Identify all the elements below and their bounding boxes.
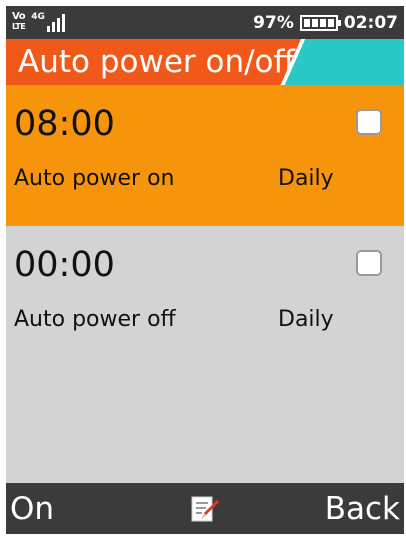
signal-bars: [46, 14, 65, 32]
page-title: Auto power on/off: [18, 44, 295, 80]
status-indicators: Vo LTE 4G: [12, 10, 65, 34]
volte-bottom-text: LTE: [12, 22, 26, 31]
item-repeat: Daily: [278, 166, 334, 191]
status-right: 97% 02:07: [253, 6, 398, 39]
softkey-left-on[interactable]: On: [10, 491, 54, 527]
item-repeat: Daily: [278, 307, 334, 332]
status-bar: Vo LTE 4G 97% 02:07: [6, 6, 404, 39]
battery-icon: [299, 14, 341, 31]
enable-checkbox[interactable]: [356, 109, 382, 135]
list-item-auto-power-off[interactable]: 00:00 Auto power off Daily: [6, 226, 404, 367]
network-type: 4G: [31, 12, 45, 22]
battery-percent: 97%: [253, 12, 294, 33]
list-item-auto-power-on[interactable]: 08:00 Auto power on Daily: [6, 85, 404, 226]
phone-screen: Vo LTE 4G 97% 02:07 Auto power on/off 08…: [6, 6, 404, 534]
volte-top-text: Vo: [12, 11, 26, 22]
enable-checkbox[interactable]: [356, 250, 382, 276]
signal-icon: 4G: [31, 12, 65, 32]
status-time: 02:07: [343, 12, 398, 33]
softkey-bar: On Back: [6, 483, 404, 534]
volte-icon: Vo LTE: [12, 11, 26, 32]
title-bar: Auto power on/off: [6, 39, 404, 85]
item-time: 00:00: [14, 245, 115, 285]
edit-icon[interactable]: [190, 495, 220, 523]
softkey-right-back[interactable]: Back: [325, 491, 400, 527]
item-label: Auto power on: [14, 166, 175, 191]
item-label: Auto power off: [14, 307, 176, 332]
item-time: 08:00: [14, 104, 115, 144]
